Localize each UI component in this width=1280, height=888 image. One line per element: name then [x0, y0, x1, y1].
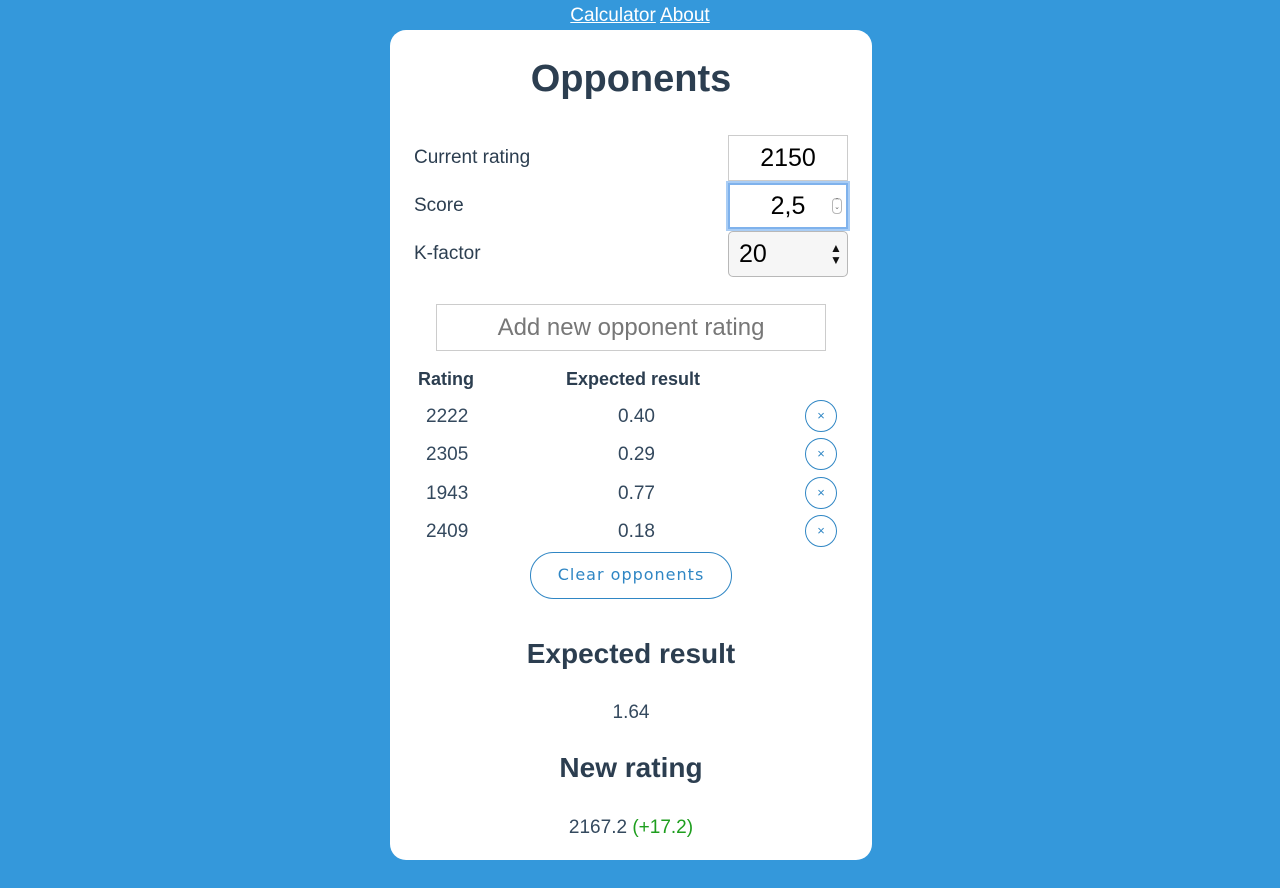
column-header-expected: Expected result	[566, 369, 701, 389]
opponent-expected-result: 0.29	[618, 444, 655, 465]
remove-opponent-button[interactable]: ×	[805, 438, 837, 470]
score-row: Score ⌃⌄	[414, 183, 848, 229]
k-factor-value: 20	[739, 240, 767, 268]
opponent-rating: 2222	[426, 406, 469, 427]
opponent-rating: 1943	[426, 483, 469, 504]
opponent-row: 2305 0.29 ×	[390, 438, 872, 476]
score-label: Score	[414, 195, 464, 216]
nav-link-calculator[interactable]: Calculator	[570, 5, 656, 26]
select-arrows-icon: ▲ ▼	[830, 241, 842, 267]
opponent-expected-result: 0.18	[618, 521, 655, 542]
remove-opponent-button[interactable]: ×	[805, 477, 837, 509]
new-rating-title: New rating	[559, 752, 703, 783]
opponent-row: 1943 0.77 ×	[390, 477, 872, 515]
close-icon: ×	[817, 446, 825, 461]
opponent-row: 2222 0.40 ×	[390, 400, 872, 438]
new-rating-display: 2167.2 (+17.2)	[390, 817, 872, 839]
expected-result-value: 1.64	[612, 702, 650, 723]
add-opponent-input[interactable]	[436, 304, 826, 351]
score-input[interactable]	[728, 183, 848, 229]
close-icon: ×	[817, 485, 825, 500]
close-icon: ×	[817, 408, 825, 423]
k-factor-select[interactable]: 20 ▲ ▼	[728, 231, 848, 277]
expected-result-title: Expected result	[526, 638, 736, 669]
page-title: Opponents	[530, 58, 732, 100]
remove-opponent-button[interactable]: ×	[805, 400, 837, 432]
opponent-row: 2409 0.18 ×	[390, 515, 872, 553]
opponents-card: Opponents Current rating Score ⌃⌄ K-fact…	[390, 30, 872, 860]
opponent-rating: 2409	[426, 521, 469, 542]
opponent-expected-result: 0.40	[618, 406, 655, 427]
new-rating-value: 2167.2	[568, 817, 628, 838]
nav-link-about[interactable]: About	[660, 5, 710, 26]
top-navigation: Calculator About	[0, 4, 1280, 28]
current-rating-input[interactable]	[728, 135, 848, 181]
table-header: Rating Expected result	[390, 369, 872, 393]
rating-change: (+17.2)	[632, 817, 694, 838]
opponent-rating: 2305	[426, 444, 469, 465]
current-rating-label: Current rating	[414, 147, 531, 168]
remove-opponent-button[interactable]: ×	[805, 515, 837, 547]
k-factor-row: K-factor 20 ▲ ▼	[414, 231, 848, 277]
current-rating-row: Current rating	[414, 135, 848, 181]
clear-opponents-button[interactable]: Clear opponents	[530, 552, 732, 599]
close-icon: ×	[817, 523, 825, 538]
k-factor-label: K-factor	[414, 243, 481, 264]
column-header-rating: Rating	[418, 369, 474, 389]
opponent-expected-result: 0.77	[618, 483, 655, 504]
stepper-icon[interactable]: ⌃ ⌄	[832, 198, 842, 214]
